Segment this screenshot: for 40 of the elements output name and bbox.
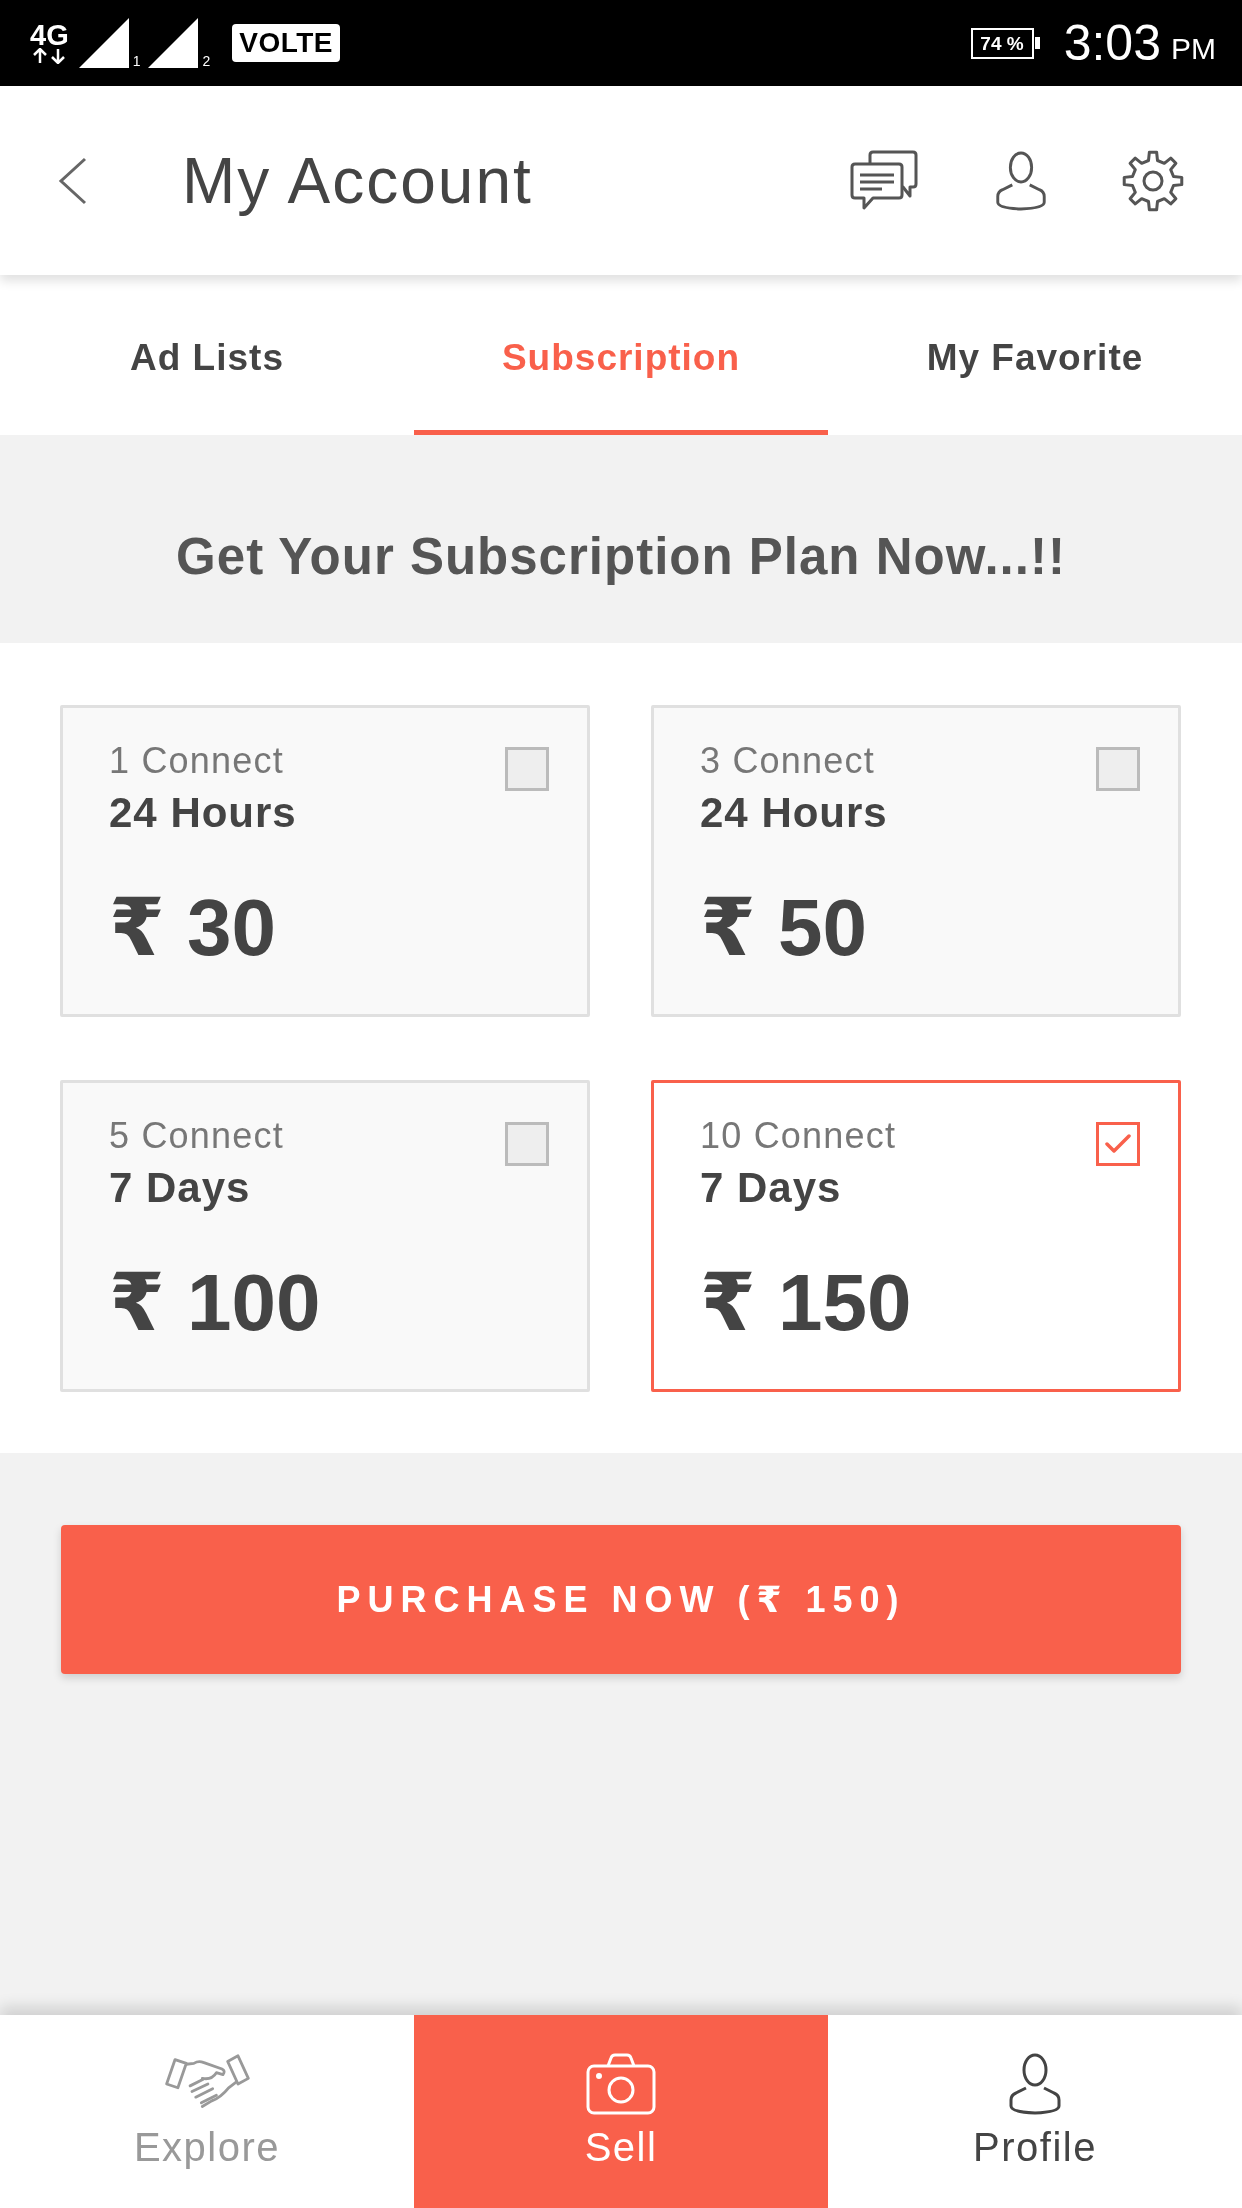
sim-number: 1 <box>132 54 141 68</box>
plan-card[interactable]: 5 Connect 7 Days ₹ 100 <box>60 1080 590 1392</box>
volte-badge: VOLTE <box>232 24 341 62</box>
connect-count: 3 Connect <box>700 739 875 783</box>
checkbox[interactable] <box>1096 1122 1140 1166</box>
back-icon[interactable] <box>58 156 88 205</box>
sim-number: 2 <box>202 54 211 68</box>
checkbox[interactable] <box>505 1122 549 1166</box>
plan-duration: 7 Days <box>109 1163 251 1213</box>
data-arrows-icon <box>31 48 68 64</box>
chat-icon[interactable] <box>850 149 918 212</box>
clock-time: 3:03 <box>1063 15 1161 71</box>
banner-text: Get Your Subscription Plan Now...!! <box>176 526 1066 586</box>
plan-duration: 7 Days <box>700 1163 842 1213</box>
plan-price: ₹ 100 <box>109 1257 321 1349</box>
check-icon <box>1105 1134 1131 1154</box>
plan-price: ₹ 30 <box>109 882 276 974</box>
checkbox[interactable] <box>1096 747 1140 791</box>
signal-icon <box>78 18 129 68</box>
nav-tab[interactable]: Profile <box>828 2015 1242 2208</box>
clock-meridiem: PM <box>1171 34 1216 64</box>
network-type: 4G <box>30 22 69 48</box>
settings-icon[interactable] <box>1122 149 1184 212</box>
person-icon[interactable] <box>994 150 1048 211</box>
plan-price: ₹ 150 <box>700 1257 912 1349</box>
plan-card[interactable]: 10 Connect 7 Days ₹ 150 <box>651 1080 1181 1392</box>
plan-price: ₹ 50 <box>700 882 867 974</box>
battery-indicator: 74 % <box>971 27 1040 59</box>
signal-icon <box>148 18 199 68</box>
plan-card[interactable]: 3 Connect 24 Hours ₹ 50 <box>651 705 1181 1017</box>
connect-count: 5 Connect <box>109 1114 284 1158</box>
plan-card[interactable]: 1 Connect 24 Hours ₹ 30 <box>60 705 590 1017</box>
checkbox[interactable] <box>505 747 549 791</box>
person-icon <box>1008 2053 1062 2115</box>
plan-duration: 24 Hours <box>109 788 297 838</box>
camera-icon <box>586 2053 656 2115</box>
plan-duration: 24 Hours <box>700 788 888 838</box>
connect-count: 1 Connect <box>109 739 284 783</box>
connect-count: 10 Connect <box>700 1114 897 1158</box>
page-title: My Account <box>182 143 533 218</box>
